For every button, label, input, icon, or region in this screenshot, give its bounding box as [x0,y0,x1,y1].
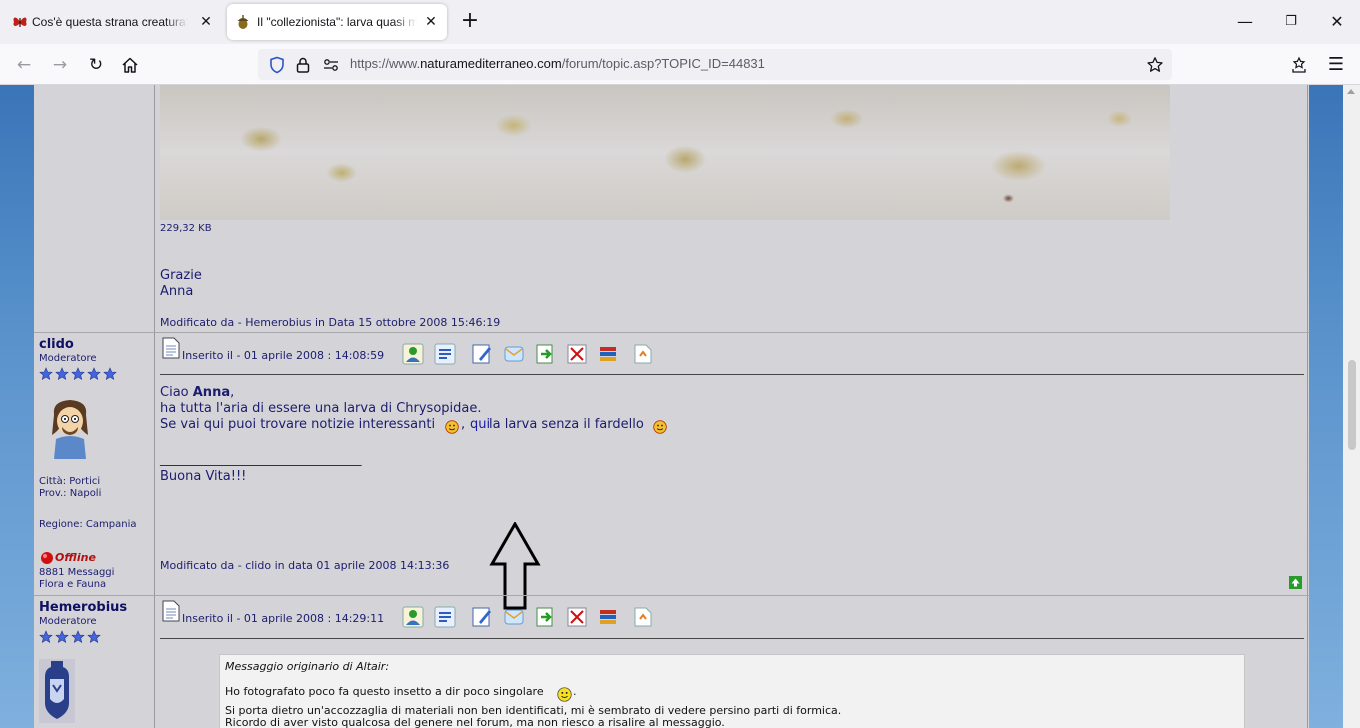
email-icon[interactable] [503,343,525,365]
quote-line: Ricordo di aver visto qualcosa del gener… [225,716,725,728]
tab-close-icon[interactable]: ✕ [423,13,439,29]
smiley-icon [557,687,572,702]
restore-icon[interactable]: ❐ [1279,10,1303,34]
page-content: 229,32 KB Grazie Anna Modificato da - He… [0,85,1360,728]
home-icon[interactable] [121,56,139,74]
star-icon [39,367,117,380]
comma-text: , [461,417,466,432]
shield-icon[interactable] [268,56,286,74]
profile-icon[interactable] [402,606,424,628]
author-name[interactable]: Hemerobius [39,600,127,615]
post-date: Inserito il - 01 aprile 2008 : 14:29:11 [182,612,385,625]
profile-icon[interactable] [402,343,424,365]
books-icon[interactable] [597,606,619,628]
scrollbar-thumb[interactable] [1348,360,1356,450]
edited-note: Modificato da - Hemerobius in Data 15 ot… [160,316,501,329]
post-body-line: Grazie [160,268,202,283]
new-tab-icon[interactable]: + [458,10,482,34]
report-icon[interactable] [632,343,654,365]
delete-icon[interactable] [566,343,588,365]
email-icon[interactable] [503,606,525,628]
navigation-bar: ← → ↻ https://www.naturamediterraneo.com… [0,44,1360,85]
author-role: Moderatore [39,353,97,364]
message-count: 8881 Messaggi [39,567,115,578]
tab-title: Cos'è questa strana creatura? , Fo [32,15,188,29]
up-arrow-annotation [489,522,541,610]
document-icon [162,600,180,622]
close-window-icon[interactable]: ✕ [1325,10,1349,34]
post-greeting: Ciao Anna, [160,385,235,400]
books-icon[interactable] [597,343,619,365]
butterfly-icon [13,17,27,27]
column-divider [154,85,155,728]
tab-bar: Cos'è questa strana creatura? , Fo ✕ Il … [0,0,1360,44]
lock-icon[interactable] [294,56,312,74]
url-text[interactable]: https://www.naturamediterraneo.com/forum… [350,56,765,71]
reload-icon[interactable]: ↻ [84,53,108,77]
attached-photo[interactable] [160,85,1170,220]
bookmark-star-icon[interactable] [1146,56,1164,74]
quote-period: . [573,685,577,698]
edit-post-icon[interactable] [471,606,493,628]
acorn-icon [237,15,249,29]
status-label: Offline [55,551,96,564]
tab-collezionista[interactable]: Il "collezionista": larva quasi mai ✕ [227,4,447,40]
author-city: Città: Portici [39,476,101,487]
edited-note: Modificato da - clido in data 01 aprile … [160,559,450,572]
move-post-icon[interactable] [534,606,556,628]
post-body-line: la larva senza il fardello [489,417,644,432]
forward-icon[interactable]: → [48,53,72,77]
minimize-icon[interactable]: — [1233,10,1257,34]
avatar [52,400,88,459]
tab-title: Il "collezionista": larva quasi mai [257,15,417,29]
signature-rule: _______________________________ [160,452,362,467]
post-divider [34,332,1309,333]
post-divider [34,595,1309,596]
smiley-icon [445,420,459,434]
smiley-icon [653,420,667,434]
avatar [39,659,75,723]
author-province: Prov.: Napoli [39,488,102,499]
document-icon [162,337,180,359]
permissions-icon[interactable] [322,56,340,74]
rank-stars [39,629,103,648]
quote-line: Ho fotografato poco fa questo insetto a … [225,685,544,698]
delete-icon[interactable] [566,606,588,628]
url-bar[interactable]: https://www.naturamediterraneo.com/forum… [258,49,1172,80]
post-separator [160,638,1304,639]
attachment-size: 229,32 KB [160,223,212,234]
tab-close-icon[interactable]: ✕ [198,13,214,29]
back-icon[interactable]: ← [12,53,36,77]
move-post-icon[interactable] [534,343,556,365]
reply-quote-icon[interactable] [434,343,456,365]
post-body-line: ha tutta l'aria di essere una larva di C… [160,401,482,416]
post-separator [160,374,1304,375]
quote-box: Messaggio originario di Altair: Ho fotog… [219,654,1245,728]
menu-icon[interactable]: ☰ [1324,53,1348,77]
post-body-line: Se vai qui puoi trovare notizie interess… [160,417,436,432]
extensions-icon[interactable] [1290,56,1308,74]
star-icon [39,630,101,643]
post-date: Inserito il - 01 aprile 2008 : 14:08:59 [182,349,385,362]
post-body-line: Anna [160,284,194,299]
author-name[interactable]: clido [39,337,74,352]
signature: Buona Vita!!! [160,469,247,484]
scroll-up-icon[interactable] [1347,89,1355,94]
tab-cos-e-questa[interactable]: Cos'è questa strana creatura? , Fo ✕ [4,4,222,40]
scrollbar[interactable] [1343,85,1360,728]
report-icon[interactable] [632,606,654,628]
rank-stars [39,366,119,385]
column-divider [1307,85,1308,728]
offline-status-icon [41,552,53,564]
quote-header: Messaggio originario di Altair: [225,660,390,673]
qui-link[interactable]: qui [470,417,490,432]
edit-post-icon[interactable] [471,343,493,365]
author-role: Moderatore [39,616,97,627]
back-to-top-icon[interactable] [1289,576,1302,589]
author-section: Flora e Fauna [39,579,107,590]
forum-table: 229,32 KB Grazie Anna Modificato da - He… [34,85,1309,728]
author-region: Regione: Campania [39,519,137,530]
reply-quote-icon[interactable] [434,606,456,628]
